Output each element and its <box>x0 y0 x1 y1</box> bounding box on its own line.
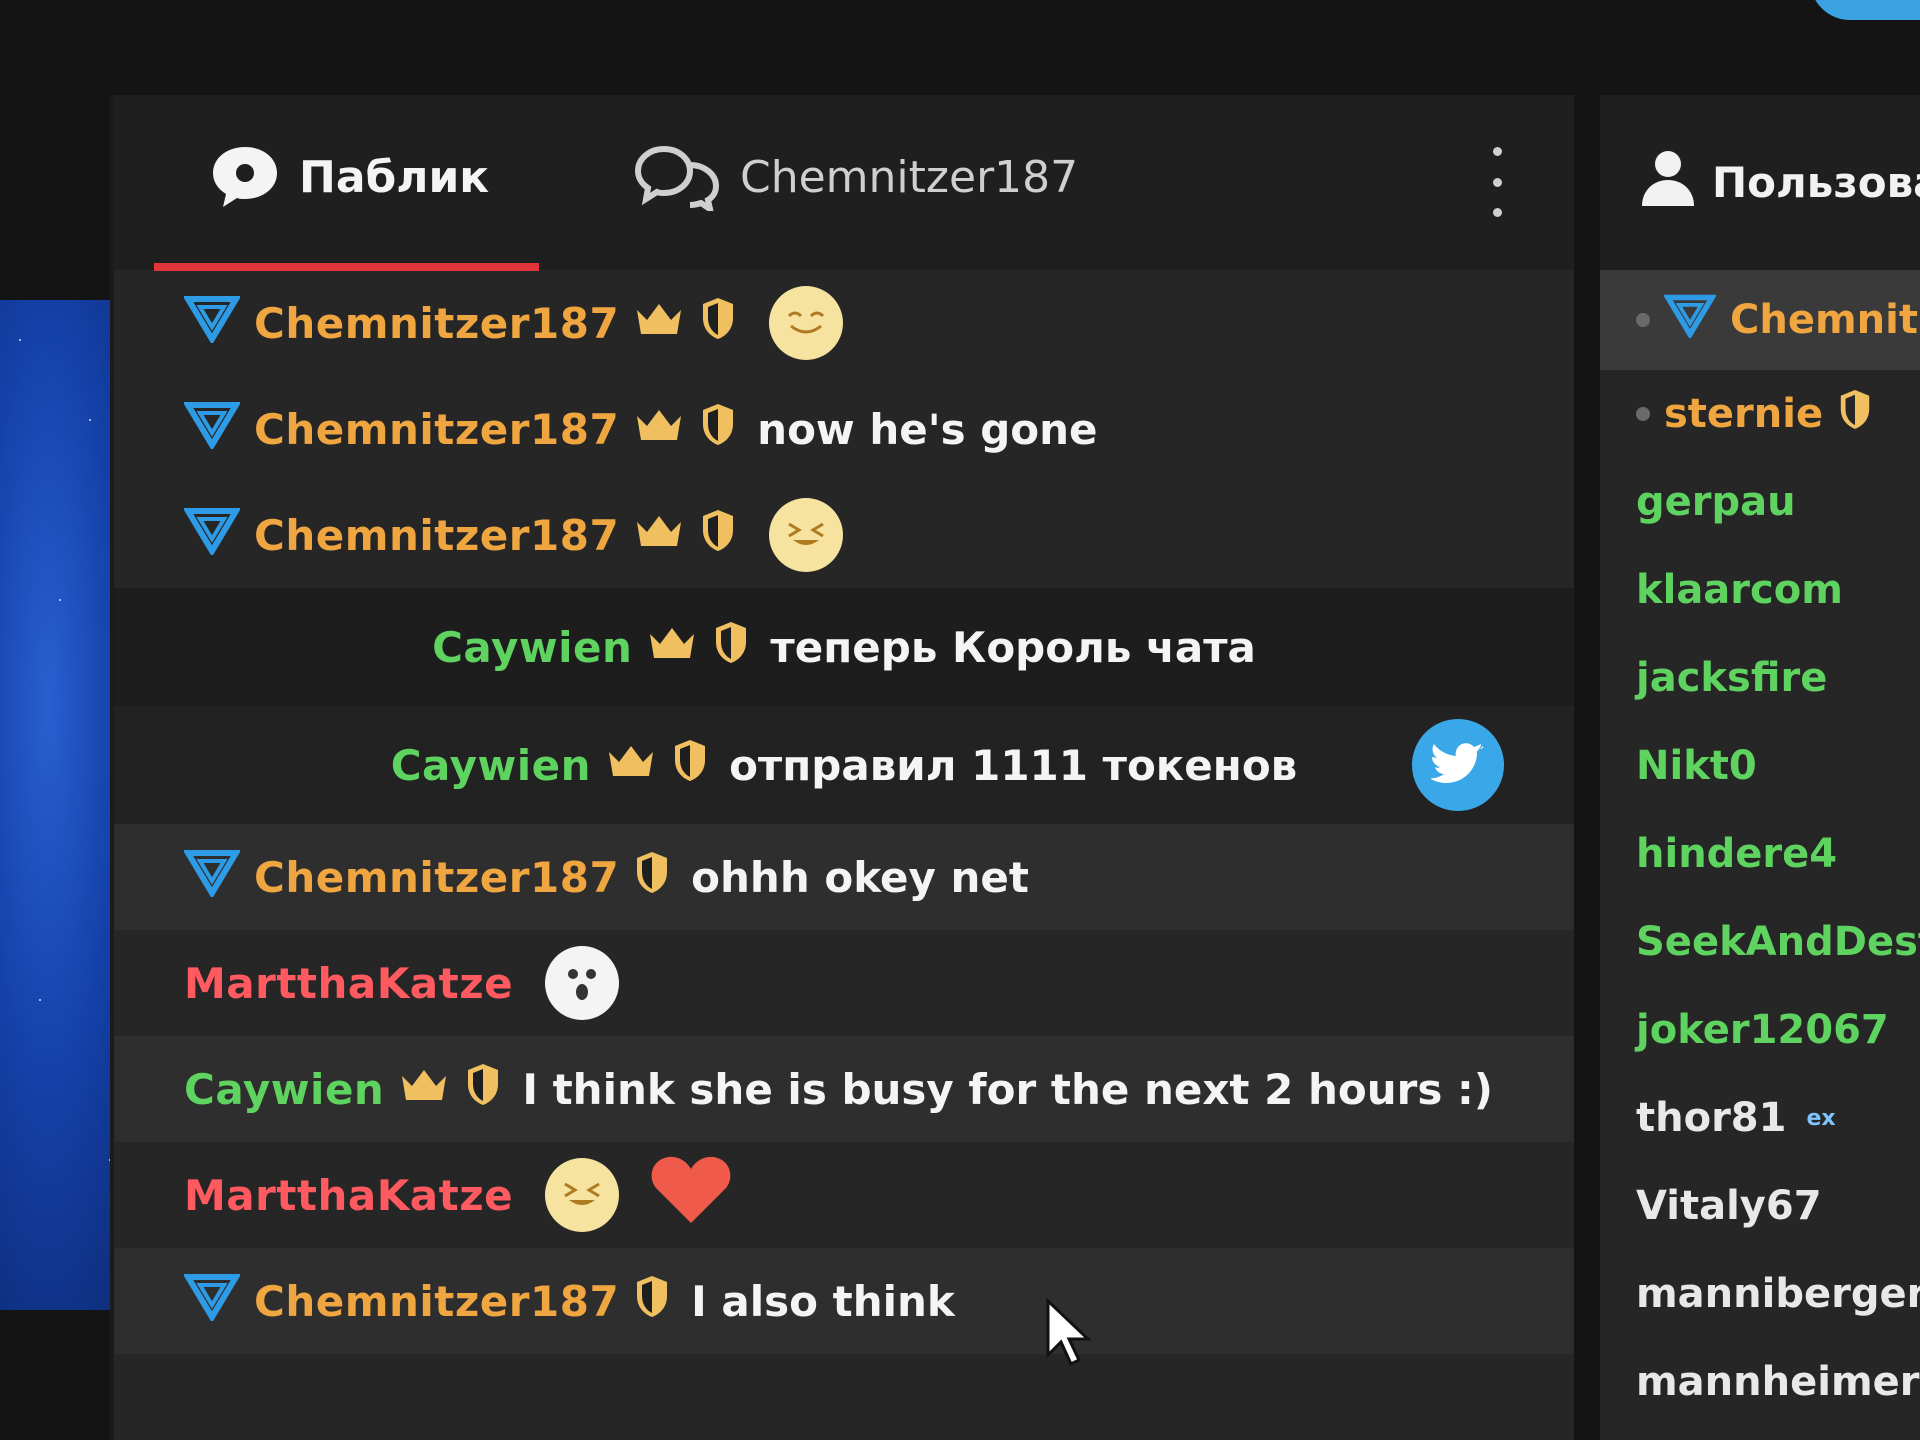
crown-icon <box>398 1064 450 1114</box>
diamond-rank-icon <box>182 293 242 353</box>
chat-message: Chemnitzer187 now he's gone <box>114 376 1574 482</box>
tab-public-label: Паблик <box>299 151 490 203</box>
message-text: now he's gone <box>757 404 1098 454</box>
chat-message: Chemnitzer187 I also think <box>114 1248 1574 1354</box>
diamond-rank-icon <box>182 1271 242 1331</box>
shield-icon <box>1837 387 1873 441</box>
tab-private-label: Chemnitzer187 <box>740 151 1079 203</box>
chat-bubble-icon <box>209 143 281 211</box>
user-list-item[interactable]: mannheimer81 <box>1600 1338 1920 1426</box>
user-name: Chemnit <box>1730 297 1918 343</box>
message-username[interactable]: Chemnitzer187 <box>254 853 619 902</box>
chat-panel: Паблик Chemnitzer187 Chemnitzer187 Chemn… <box>110 95 1574 1440</box>
diamond-rank-icon <box>1663 292 1717 348</box>
user-list-item[interactable]: Vitaly67 <box>1600 1162 1920 1250</box>
user-name: thor81 <box>1636 1095 1787 1141</box>
crown-icon <box>633 298 685 348</box>
heart-icon <box>649 1153 733 1237</box>
crown-icon <box>605 740 657 790</box>
user-superscript: ex <box>1806 1105 1836 1131</box>
tab-private[interactable]: Chemnitzer187 <box>634 143 1078 211</box>
message-username[interactable]: Chemnitzer187 <box>254 511 619 560</box>
chat-message: Caywien I think she is busy for the next… <box>114 1036 1574 1142</box>
shield-icon <box>633 1273 671 1329</box>
user-name: hindere4 <box>1636 831 1838 877</box>
shield-icon <box>464 1061 502 1117</box>
chat-message: MartthaKatze <box>114 1142 1574 1248</box>
shield-icon <box>633 849 671 905</box>
chat-message: Chemnitzer187 <box>114 270 1574 376</box>
top-accent-decoration <box>1810 0 1920 20</box>
shield-icon <box>699 401 737 457</box>
user-name: jacksfire <box>1636 655 1828 701</box>
message-username[interactable]: Chemnitzer187 <box>254 405 619 454</box>
users-list: Chemnit sternie gerpau klaarcom jacksfir… <box>1600 270 1920 1426</box>
crown-icon <box>633 510 685 560</box>
message-username[interactable]: Caywien <box>184 1065 384 1114</box>
chat-bubbles-icon <box>634 143 722 211</box>
diamond-rank-icon <box>182 399 242 459</box>
user-list-item[interactable]: manniberger <box>1600 1250 1920 1338</box>
user-name: Vitaly67 <box>1636 1183 1822 1229</box>
user-name: manniberger <box>1636 1271 1920 1317</box>
message-text: I think she is busy for the next 2 hours… <box>522 1064 1493 1114</box>
user-name: sternie <box>1664 391 1824 437</box>
diamond-rank-icon <box>182 505 242 565</box>
user-list-item[interactable]: joker12067 <box>1600 986 1920 1074</box>
user-list-item[interactable]: SeekAndDestr <box>1600 898 1920 986</box>
message-text: отправил 1111 токенов <box>729 740 1298 790</box>
user-list-item[interactable]: sternie <box>1600 370 1920 458</box>
message-username[interactable]: MartthaKatze <box>184 959 513 1008</box>
more-options-icon[interactable] <box>1489 147 1505 217</box>
shield-icon <box>699 295 737 351</box>
mouse-cursor-icon <box>1045 1297 1095 1372</box>
user-list-item[interactable]: Nikt0 <box>1600 722 1920 810</box>
tab-public[interactable]: Паблик <box>209 143 489 211</box>
smile-emoji-icon <box>769 286 844 360</box>
crown-icon <box>646 622 698 672</box>
message-username[interactable]: Chemnitzer187 <box>254 1277 619 1326</box>
diamond-rank-icon <box>182 847 242 907</box>
chat-message: Chemnitzer187 <box>114 482 1574 588</box>
crown-icon <box>633 404 685 454</box>
message-list: Chemnitzer187 Chemnitzer187 now he's gon… <box>114 270 1574 1354</box>
user-icon <box>1640 148 1696 218</box>
message-text: I also think <box>691 1276 955 1326</box>
message-text: ohhh okey net <box>691 852 1029 902</box>
user-list-item[interactable]: klaarcom <box>1600 546 1920 634</box>
user-name: SeekAndDestr <box>1636 919 1920 965</box>
system-message: Caywien теперь Король чата <box>114 588 1574 706</box>
user-name: mannheimer81 <box>1636 1359 1920 1405</box>
user-name: gerpau <box>1636 479 1796 525</box>
laughing-emoji-icon <box>769 498 844 572</box>
user-list-item[interactable]: Chemnit <box>1600 270 1920 370</box>
chat-message: MartthaKatze <box>114 930 1574 1036</box>
user-name: klaarcom <box>1636 567 1843 613</box>
user-list-item[interactable]: thor81 ex <box>1600 1074 1920 1162</box>
shield-icon <box>712 619 750 675</box>
shield-icon <box>699 507 737 563</box>
chat-message: Chemnitzer187 ohhh okey net <box>114 824 1574 930</box>
users-header-label: Пользова <box>1712 158 1920 207</box>
twitter-icon[interactable] <box>1412 719 1504 811</box>
tip-message: Caywien отправил 1111 токенов <box>114 706 1574 824</box>
message-username[interactable]: Chemnitzer187 <box>254 299 619 348</box>
laughing-emoji-icon <box>545 1158 620 1232</box>
message-text: теперь Король чата <box>770 622 1256 672</box>
chat-tabs-header: Паблик Chemnitzer187 <box>114 95 1574 271</box>
message-username[interactable]: Caywien <box>432 623 632 672</box>
status-dot <box>1636 313 1650 327</box>
users-panel: Пользова Chemnit sternie gerpau klaarcom… <box>1600 95 1920 1440</box>
message-username[interactable]: Caywien <box>391 741 591 790</box>
message-username[interactable]: MartthaKatze <box>184 1171 513 1220</box>
users-header: Пользова <box>1600 95 1920 270</box>
status-dot <box>1636 407 1650 421</box>
user-list-item[interactable]: jacksfire <box>1600 634 1920 722</box>
shield-icon <box>671 737 709 793</box>
user-name: joker12067 <box>1636 1007 1889 1053</box>
user-name: Nikt0 <box>1636 743 1757 789</box>
user-list-item[interactable]: gerpau <box>1600 458 1920 546</box>
surprised-emoji-icon <box>545 946 620 1020</box>
user-list-item[interactable]: hindere4 <box>1600 810 1920 898</box>
